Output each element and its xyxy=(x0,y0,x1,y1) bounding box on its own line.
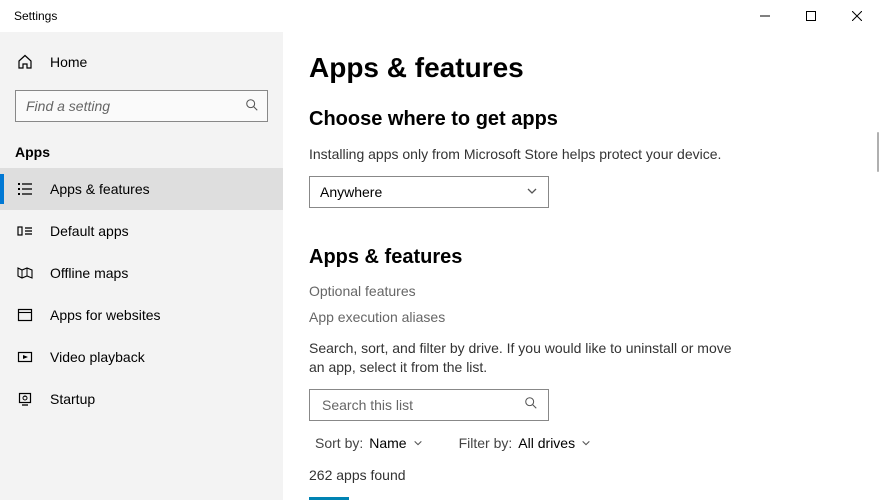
scrollbar-thumb[interactable] xyxy=(877,132,879,172)
chevron-down-icon xyxy=(413,435,423,451)
filter-value: All drives xyxy=(518,435,575,451)
website-icon xyxy=(16,307,34,323)
titlebar: Settings xyxy=(0,0,880,32)
map-icon xyxy=(16,265,34,281)
sidebar-item-default-apps[interactable]: Default apps xyxy=(0,210,283,252)
sidebar-item-startup[interactable]: Startup xyxy=(0,378,283,420)
sort-filter-row: Sort by: Name Filter by: All drives xyxy=(315,435,880,451)
sidebar-item-apps-websites[interactable]: Apps for websites xyxy=(0,294,283,336)
video-icon xyxy=(16,349,34,365)
choose-apps-heading: Choose where to get apps xyxy=(309,108,880,131)
maximize-icon xyxy=(806,11,816,21)
sidebar-item-label: Startup xyxy=(50,391,95,407)
sidebar-item-video-playback[interactable]: Video playback xyxy=(0,336,283,378)
search-icon xyxy=(524,396,538,413)
minimize-icon xyxy=(760,11,770,21)
home-icon xyxy=(16,54,34,70)
sidebar-item-label: Apps for websites xyxy=(50,307,161,323)
app-aliases-link[interactable]: App execution aliases xyxy=(309,309,880,325)
sidebar: Home Apps Apps & features Default apps xyxy=(0,32,283,500)
defaults-icon xyxy=(16,223,34,239)
content-pane: Apps & features Choose where to get apps… xyxy=(283,32,880,500)
install-source-dropdown[interactable]: Anywhere xyxy=(309,176,549,208)
sidebar-item-label: Default apps xyxy=(50,223,129,239)
filter-by-control[interactable]: Filter by: All drives xyxy=(459,435,591,451)
sidebar-section-label: Apps xyxy=(0,122,283,168)
choose-apps-text: Installing apps only from Microsoft Stor… xyxy=(309,145,749,164)
app-list-search[interactable] xyxy=(309,389,549,421)
window-title: Settings xyxy=(0,9,57,23)
sidebar-item-offline-maps[interactable]: Offline maps xyxy=(0,252,283,294)
apps-features-subheading: Apps & features xyxy=(309,246,880,269)
close-icon xyxy=(852,11,862,21)
search-icon xyxy=(245,98,259,115)
startup-icon xyxy=(16,391,34,407)
home-nav[interactable]: Home xyxy=(0,40,283,84)
maximize-button[interactable] xyxy=(788,0,834,32)
sort-value: Name xyxy=(369,435,406,451)
optional-features-link[interactable]: Optional features xyxy=(309,283,880,299)
app-list-search-input[interactable] xyxy=(320,396,524,414)
dropdown-value: Anywhere xyxy=(320,184,382,200)
chevron-down-icon xyxy=(581,435,591,451)
sidebar-item-apps-features[interactable]: Apps & features xyxy=(0,168,283,210)
filter-label: Filter by: xyxy=(459,435,513,451)
sort-by-control[interactable]: Sort by: Name xyxy=(315,435,423,451)
sidebar-item-label: Apps & features xyxy=(50,181,150,197)
chevron-down-icon xyxy=(526,184,538,200)
page-title: Apps & features xyxy=(309,52,880,84)
sort-label: Sort by: xyxy=(315,435,363,451)
app-count: 262 apps found xyxy=(309,467,880,483)
sidebar-item-label: Video playback xyxy=(50,349,145,365)
window-controls xyxy=(742,0,880,32)
sidebar-item-label: Offline maps xyxy=(50,265,128,281)
settings-search[interactable] xyxy=(15,90,268,122)
home-label: Home xyxy=(50,54,87,70)
close-button[interactable] xyxy=(834,0,880,32)
list-icon xyxy=(16,181,34,197)
settings-search-input[interactable] xyxy=(24,97,245,115)
minimize-button[interactable] xyxy=(742,0,788,32)
filter-description: Search, sort, and filter by drive. If yo… xyxy=(309,339,749,377)
